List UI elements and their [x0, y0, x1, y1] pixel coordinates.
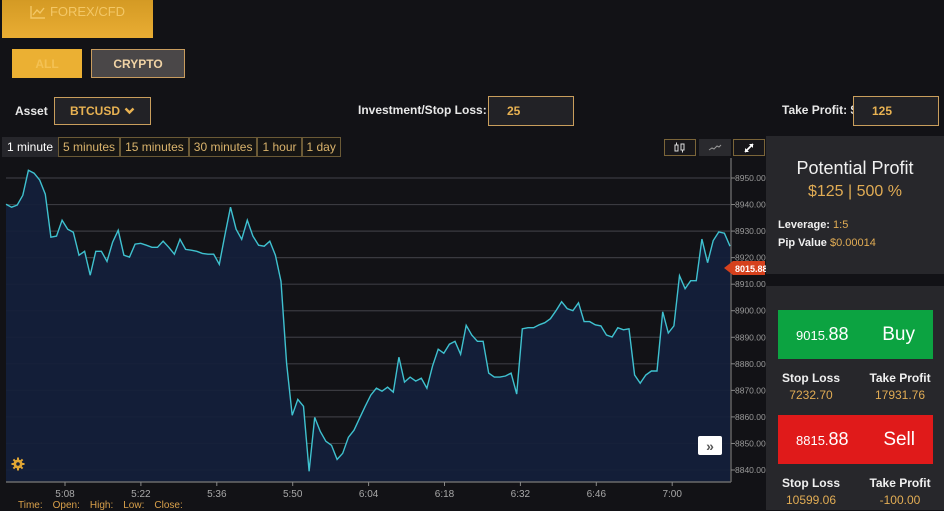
potential-profit-value: $125 | 500 %	[807, 183, 902, 200]
potential-profit-title: Potential Profit	[796, 158, 914, 178]
leverage-value: 1:5	[833, 219, 849, 231]
sell-label: Sell	[883, 428, 915, 450]
x-tick-label: 5:08	[55, 489, 75, 500]
pip-value: $0.00014	[829, 237, 876, 249]
x-tick-label: 5:36	[207, 489, 227, 500]
buy-stop-loss: Stop Loss 7232.70	[771, 371, 851, 402]
asset-value: BTCUSD	[70, 104, 120, 118]
forex-cfd-label: FOREX/CFD	[49, 4, 126, 19]
x-tick-label: 6:46	[587, 489, 607, 500]
line-chart-button[interactable]	[699, 139, 731, 156]
timeframe-tab[interactable]: 5 minutes	[58, 137, 121, 157]
sell-take-profit: Take Profit -100.00	[860, 476, 940, 507]
line-chart-icon	[30, 6, 45, 19]
double-chevron-right-icon: »	[706, 437, 714, 454]
leverage-label: Leverage:	[778, 219, 830, 231]
timeframe-tab[interactable]: 1 hour	[257, 137, 302, 157]
pip-value-row: Pip Value $0.00014	[778, 237, 876, 249]
timeframe-tab[interactable]: 30 minutes	[188, 137, 258, 157]
x-tick-label: 5:22	[131, 489, 151, 500]
potential-profit-panel	[766, 136, 944, 274]
x-tick-label: 7:00	[662, 489, 682, 500]
filter-crypto-button[interactable]: CRYPTO	[91, 49, 185, 78]
buy-price: 9015.88	[796, 324, 849, 344]
ohlc-readout: Time: Open: High: Low: Close:	[18, 500, 183, 511]
asset-select[interactable]: BTCUSD	[54, 97, 151, 125]
price-chart[interactable]: 8950.008940.008930.008920.008910.008900.…	[0, 158, 766, 510]
sell-stop-loss-value: 10599.06	[785, 493, 837, 507]
y-tick-label: 8940.00	[735, 200, 766, 210]
y-tick-label: 8850.00	[735, 438, 766, 448]
x-tick-label: 5:50	[283, 489, 303, 500]
asset-label: Asset	[15, 104, 48, 118]
take-profit-input[interactable]: 125	[853, 96, 939, 126]
fullscreen-button[interactable]	[733, 139, 765, 156]
sell-button[interactable]: 8815.88 Sell	[778, 415, 933, 464]
timeframe-tab[interactable]: 1 minute	[2, 137, 59, 157]
buy-stop-loss-value: 7232.70	[789, 388, 833, 402]
ohlc-label: Time:	[18, 500, 43, 511]
timeframe-tabs: 1 minute 5 minutes 15 minutes 30 minutes 1 h…	[2, 137, 341, 157]
y-tick-label: 8900.00	[735, 306, 766, 316]
leverage-row: Leverage: 1:5	[778, 219, 848, 231]
ohlc-label: High:	[89, 500, 114, 511]
current-price-marker: 8015.88	[724, 261, 766, 275]
y-tick-label: 8880.00	[735, 359, 766, 369]
current-price-label: 8015.88	[735, 264, 766, 274]
x-tick-label: 6:32	[511, 489, 531, 500]
y-tick-label: 8950.00	[735, 173, 766, 183]
expand-icon	[744, 142, 754, 153]
chart-settings-button[interactable]	[11, 457, 25, 476]
buy-button[interactable]: 9015.88 Buy	[778, 310, 933, 359]
x-tick-label: 6:18	[435, 489, 455, 500]
gear-icon	[11, 457, 25, 471]
take-profit-label: Take Profit: $	[782, 103, 858, 117]
y-tick-label: 8910.00	[735, 279, 766, 289]
candlestick-chart-button[interactable]	[664, 139, 696, 156]
y-tick-label: 8890.00	[735, 332, 766, 342]
ohlc-label: Close:	[154, 500, 183, 511]
pip-value-label: Pip Value	[778, 237, 827, 249]
timeframe-tab[interactable]: 15 minutes	[120, 137, 189, 157]
y-tick-label: 8860.00	[735, 412, 766, 422]
ohlc-label: Open:	[52, 500, 80, 511]
y-tick-label: 8870.00	[735, 385, 766, 395]
buy-label: Buy	[882, 323, 915, 345]
sell-take-profit-value: -100.00	[879, 493, 921, 507]
line-chart-icon	[708, 144, 722, 150]
price-area	[6, 170, 730, 483]
filter-all-button[interactable]: ALL	[12, 49, 82, 78]
y-tick-label: 8930.00	[735, 226, 766, 236]
investment-label: Investment/Stop Loss: $	[358, 103, 497, 117]
candlestick-icon	[674, 142, 685, 153]
buy-take-profit: Take Profit 17931.76	[860, 371, 940, 402]
x-tick-label: 6:04	[359, 489, 379, 500]
scroll-to-latest-button[interactable]: »	[698, 436, 722, 455]
timeframe-tab[interactable]: 1 day	[301, 137, 341, 157]
y-tick-label: 8840.00	[735, 465, 766, 475]
forex-cfd-tab[interactable]: FOREX/CFD	[2, 0, 153, 38]
investment-input[interactable]: 25	[488, 96, 574, 126]
buy-take-profit-value: 17931.76	[874, 388, 926, 402]
sell-price: 8815.88	[796, 429, 849, 449]
chevron-down-icon	[124, 107, 135, 115]
sell-stop-loss: Stop Loss 10599.06	[771, 476, 851, 507]
ohlc-label: Low:	[123, 500, 145, 511]
